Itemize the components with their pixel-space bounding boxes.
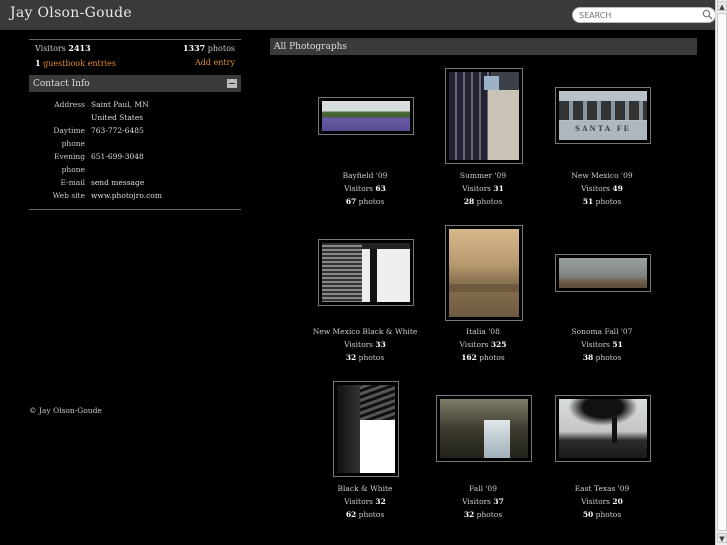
contact-row: United States <box>29 111 241 124</box>
album-photo-count: 50 photos <box>582 510 622 519</box>
album-thumbnail[interactable] <box>318 239 414 306</box>
contact-key: Daytime phone <box>53 126 85 148</box>
search-box[interactable] <box>572 7 716 23</box>
search-input[interactable] <box>579 9 699 21</box>
album-visitors: Visitors 325 <box>459 340 507 349</box>
album-visitors: Visitors 51 <box>581 340 623 349</box>
visitors-label: Visitors <box>35 44 66 53</box>
contact-row: Daytime phone 763-772-6485 <box>29 124 241 150</box>
guestbook-link[interactable]: guestbook entries <box>43 59 116 68</box>
album-title[interactable]: Sonoma Fall '07 <box>542 327 662 336</box>
album-photo-count: 62 photos <box>345 510 385 519</box>
contact-value: Saint Paul, MN <box>91 100 149 109</box>
album-visitors: Visitors 49 <box>581 184 623 193</box>
scrollbar-thumb[interactable] <box>717 13 727 531</box>
album-photo <box>337 385 395 473</box>
header-bar: Jay Olson-Goude <box>0 0 716 30</box>
album-photo-count: 28 photos <box>463 197 503 206</box>
santa-fe-sign-text: SANTA FE <box>559 121 647 140</box>
album-photo <box>559 258 647 288</box>
album-title[interactable]: New Mexico Black & White <box>305 327 425 336</box>
vertical-scrollbar[interactable]: ▲ ▼ <box>715 0 727 545</box>
album-visitors: Visitors 31 <box>462 184 504 193</box>
contact-key: Evening phone <box>53 152 85 174</box>
album-thumbnail[interactable] <box>555 395 651 462</box>
search-icon[interactable] <box>702 9 713 20</box>
album-photo <box>559 399 647 458</box>
contact-value: United States <box>91 113 144 122</box>
album-title[interactable]: New Mexico '09 <box>542 171 662 180</box>
contact-value: 651-699-3048 <box>91 152 144 161</box>
album-photo-count: 162 photos <box>461 353 505 362</box>
album-photo <box>449 72 519 160</box>
site-title[interactable]: Jay Olson-Goude <box>10 5 132 21</box>
contact-info-title: Contact Info <box>33 79 90 89</box>
contact-info-list: Address Saint Paul, MN United States Daytim… <box>29 98 241 202</box>
add-entry-link[interactable]: Add entry <box>195 58 235 67</box>
scroll-up-icon[interactable]: ▲ <box>717 1 727 11</box>
album-photo <box>322 101 410 131</box>
collapse-icon[interactable] <box>227 79 237 88</box>
album-visitors: Visitors 37 <box>462 497 504 506</box>
contact-value[interactable]: send message <box>91 176 144 189</box>
album-thumbnail[interactable] <box>318 97 414 135</box>
contact-key: Address <box>54 100 85 109</box>
album-visitors: Visitors 63 <box>344 184 386 193</box>
album-photo-count: 51 photos <box>582 197 622 206</box>
album-title[interactable]: Summer '09 <box>423 171 543 180</box>
album-photo <box>449 229 519 317</box>
album-thumbnail[interactable] <box>333 381 399 477</box>
gallery-header: All Photographs <box>270 38 697 55</box>
scroll-down-icon[interactable]: ▼ <box>717 533 727 543</box>
contact-row: E-mail send message <box>29 176 241 189</box>
album-title[interactable]: Fall '09 <box>423 484 543 493</box>
album-visitors: Visitors 20 <box>581 497 623 506</box>
album-title[interactable]: Italia '08 <box>423 327 543 336</box>
album-title[interactable]: East Texas '09 <box>542 484 662 493</box>
album-photo-count: 32 photos <box>345 353 385 362</box>
album-photo-count: 67 photos <box>345 197 385 206</box>
photos-label: photos <box>207 44 235 53</box>
guestbook-row: 1 guestbook entries Add entry <box>29 55 241 70</box>
contact-key <box>29 111 85 124</box>
album-photo: SANTA FE <box>559 91 647 140</box>
album-thumbnail[interactable] <box>445 225 523 321</box>
album-thumbnail[interactable]: SANTA FE <box>555 87 651 144</box>
contact-info-header[interactable]: Contact Info <box>29 75 241 92</box>
gallery-title: All Photographs <box>274 42 348 52</box>
contact-row: Evening phone 651-699-3048 <box>29 150 241 176</box>
album-thumbnail[interactable] <box>445 68 523 164</box>
album-visitors: Visitors 32 <box>344 497 386 506</box>
contact-key: E-mail <box>60 178 85 187</box>
contact-row: Web site www.photojro.com <box>29 189 241 202</box>
visitors-count: 2413 <box>68 43 91 53</box>
stats-row: Visitors 2413 1337 photos <box>29 40 241 55</box>
copyright: © Jay Olson-Goude <box>29 406 102 415</box>
album-title[interactable]: Black & White <box>305 484 425 493</box>
guestbook-count: 1 <box>35 58 41 68</box>
photos-count: 1337 <box>182 43 206 53</box>
contact-key: Web site <box>52 191 85 200</box>
album-title[interactable]: Bayfield '09 <box>305 171 425 180</box>
sidebar: Visitors 2413 1337 photos 1 guestbook en… <box>29 39 241 210</box>
contact-value[interactable]: www.photojro.com <box>91 189 162 202</box>
divider <box>29 209 241 210</box>
album-thumbnail[interactable] <box>436 395 532 462</box>
contact-value: 763-772-6485 <box>91 126 144 135</box>
album-photo-count: 32 photos <box>463 510 503 519</box>
album-thumbnail[interactable] <box>555 254 651 292</box>
contact-row: Address Saint Paul, MN <box>29 98 241 111</box>
album-photo <box>440 399 528 458</box>
album-visitors: Visitors 33 <box>344 340 386 349</box>
album-photo <box>322 243 410 302</box>
album-photo-count: 38 photos <box>582 353 622 362</box>
